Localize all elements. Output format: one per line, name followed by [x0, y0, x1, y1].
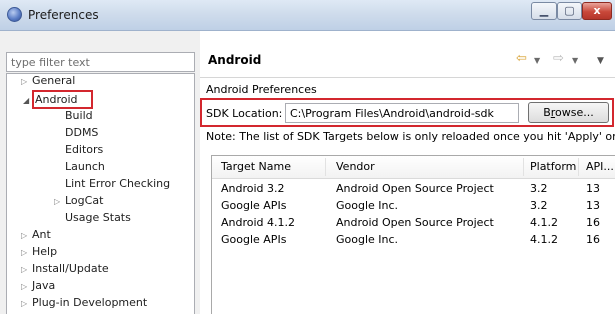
- tree-item-ddms[interactable]: DDMS: [65, 125, 98, 140]
- back-arrow-icon[interactable]: ⇦: [516, 51, 527, 67]
- back-menu-icon[interactable]: ▼: [534, 53, 540, 69]
- column-divider[interactable]: [325, 158, 326, 176]
- tree-item-label: Lint Error Checking: [65, 177, 171, 190]
- browse-label-prefix: B: [543, 106, 551, 119]
- tree-item-ant[interactable]: ▷ Ant: [21, 227, 51, 242]
- cell-target-name: Google APIs: [221, 233, 287, 246]
- cell-platform: 3.2: [530, 199, 548, 212]
- view-menu-icon[interactable]: ▼: [597, 53, 604, 69]
- tree-item-label: Plug-in Development: [32, 296, 148, 309]
- tree-item-label: DDMS: [65, 126, 99, 139]
- column-header-platform[interactable]: Platform: [530, 160, 576, 173]
- preferences-window: Preferences ▁ ▢ x ▷ General ◢ Android Bu…: [0, 0, 615, 314]
- tree-collapsed-icon[interactable]: ▷: [54, 194, 60, 209]
- tree-item-lint-error-checking[interactable]: Lint Error Checking: [65, 176, 170, 191]
- android-highlight-box: [32, 90, 93, 109]
- sdk-note: Note: The list of SDK Targets below is o…: [206, 130, 615, 143]
- browse-label-suffix: owse...: [555, 106, 594, 119]
- cell-vendor: Google Inc.: [336, 199, 399, 212]
- cell-platform: 4.1.2: [530, 233, 558, 246]
- cell-target-name: Android 3.2: [221, 182, 285, 195]
- cell-platform: 3.2: [530, 182, 548, 195]
- tree-item-usage-stats[interactable]: Usage Stats: [65, 210, 131, 225]
- tree-item-install-update[interactable]: ▷ Install/Update: [21, 261, 109, 276]
- column-header-api[interactable]: API...: [586, 160, 614, 173]
- column-header-target-name[interactable]: Target Name: [221, 160, 291, 173]
- cell-platform: 4.1.2: [530, 216, 558, 229]
- tree-collapsed-icon[interactable]: ▷: [21, 262, 27, 277]
- sdk-location-label: SDK Location:: [206, 107, 283, 120]
- tree-item-label: LogCat: [65, 194, 104, 207]
- sdk-location-input[interactable]: [285, 103, 519, 123]
- eclipse-icon: [7, 7, 22, 22]
- filter-input[interactable]: [6, 52, 195, 72]
- cell-vendor: Android Open Source Project: [336, 216, 494, 229]
- cell-api: 16: [586, 233, 600, 246]
- window-title: Preferences: [28, 8, 99, 22]
- tree-expanded-icon[interactable]: ◢: [23, 93, 29, 108]
- cell-api: 16: [586, 216, 600, 229]
- tree-item-label: Build: [65, 109, 93, 122]
- section-title: Android Preferences: [206, 83, 317, 96]
- tree-item-label: Editors: [65, 143, 104, 156]
- tree-item-label: Ant: [32, 228, 51, 241]
- tree-item-label: Help: [32, 245, 58, 258]
- page-title: Android: [208, 53, 262, 67]
- minimize-button[interactable]: ▁: [531, 2, 557, 20]
- close-button[interactable]: x: [582, 2, 612, 20]
- table-header: Target Name Vendor Platform API...: [212, 156, 615, 179]
- tree-item-launch[interactable]: Launch: [65, 159, 105, 174]
- tree-item-label: Install/Update: [32, 262, 109, 275]
- tree-item-java[interactable]: ▷ Java: [21, 278, 56, 293]
- tree-item-help[interactable]: ▷ Help: [21, 244, 58, 259]
- tree-item-plug-in-development[interactable]: ▷ Plug-in Development: [21, 295, 148, 310]
- maximize-button[interactable]: ▢: [557, 2, 582, 20]
- tree-item-label: Java: [32, 279, 56, 292]
- cell-target-name: Android 4.1.2: [221, 216, 296, 229]
- cell-vendor: Google Inc.: [336, 233, 399, 246]
- column-divider[interactable]: [578, 158, 579, 176]
- forward-arrow-icon[interactable]: ⇨: [553, 51, 564, 67]
- tree-item-logcat[interactable]: ▷ LogCat: [54, 193, 104, 208]
- sdk-targets-table[interactable]: Target Name Vendor Platform API... Andro…: [211, 155, 615, 314]
- tree-item-label: Launch: [65, 160, 105, 173]
- tree-item-editors[interactable]: Editors: [65, 142, 103, 157]
- tree-collapsed-icon[interactable]: ▷: [21, 279, 27, 294]
- header-divider: [200, 77, 615, 78]
- forward-menu-icon[interactable]: ▼: [572, 53, 578, 69]
- tree-collapsed-icon[interactable]: ▷: [21, 228, 27, 243]
- column-divider[interactable]: [523, 158, 524, 176]
- title-bar[interactable]: Preferences ▁ ▢ x: [0, 0, 615, 31]
- browse-button[interactable]: Browse...: [528, 102, 609, 123]
- tree-item-label: General: [32, 74, 76, 87]
- tree-item-build[interactable]: Build: [65, 108, 93, 123]
- tree-collapsed-icon[interactable]: ▷: [21, 296, 27, 311]
- cell-api: 13: [586, 182, 600, 195]
- tree-collapsed-icon[interactable]: ▷: [21, 245, 27, 260]
- tree-collapsed-icon[interactable]: ▷: [21, 74, 27, 89]
- column-header-vendor[interactable]: Vendor: [336, 160, 375, 173]
- tree-item-general[interactable]: ▷ General: [21, 73, 76, 88]
- tree-item-label: Usage Stats: [65, 211, 131, 224]
- cell-api: 13: [586, 199, 600, 212]
- cell-vendor: Android Open Source Project: [336, 182, 494, 195]
- cell-target-name: Google APIs: [221, 199, 287, 212]
